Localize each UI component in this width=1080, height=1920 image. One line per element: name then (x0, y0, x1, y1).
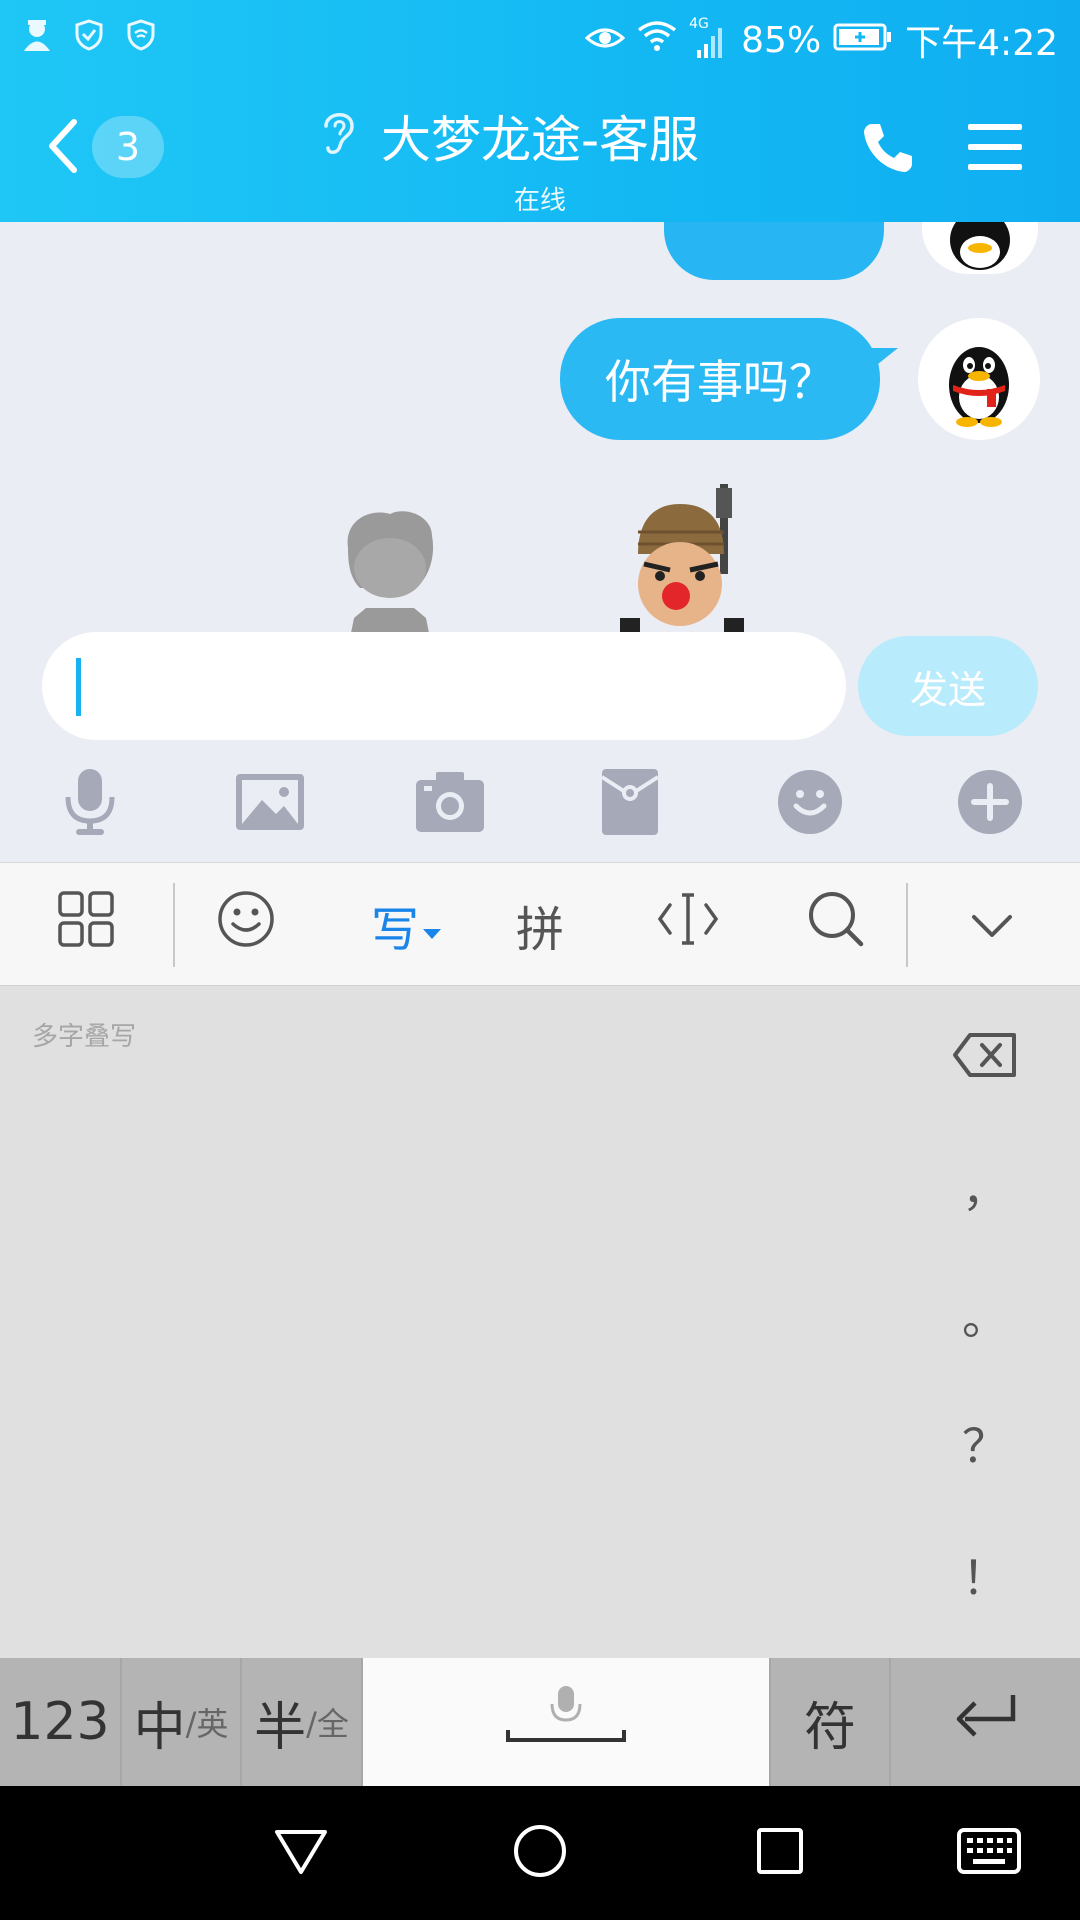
camera-icon (416, 772, 484, 836)
search-icon (807, 890, 865, 960)
width-toggle-key[interactable]: 半/全 (242, 1658, 363, 1786)
bubble-tail (868, 348, 898, 372)
phone-icon (860, 124, 916, 180)
message-input[interactable] (42, 632, 846, 740)
divider (173, 883, 175, 967)
backspace-icon (952, 1033, 1018, 1082)
square-recents-icon (755, 1826, 805, 1880)
sticker-image[interactable] (620, 484, 760, 632)
avatar[interactable] (922, 222, 1038, 274)
status-bar: 4G 85% 下午4:22 (0, 0, 1080, 74)
chat-area[interactable]: 你有事吗？ (0, 222, 1080, 632)
back-button[interactable]: 3 (44, 116, 164, 180)
backspace-button[interactable] (952, 1032, 1018, 1082)
call-button[interactable] (860, 120, 916, 180)
menu-button[interactable] (968, 122, 1022, 176)
system-keyboard-button[interactable] (954, 1818, 1024, 1888)
comma-key[interactable]: ， (940, 1154, 1030, 1220)
language-toggle-key[interactable]: 中/英 (122, 1658, 242, 1786)
system-navigation-bar (0, 1786, 1080, 1920)
message-bubble[interactable]: 你有事吗？ (560, 318, 880, 440)
keyboard-icon (957, 1828, 1021, 1878)
space-key[interactable] (363, 1658, 771, 1786)
cursor-move-icon (657, 893, 719, 957)
sticker-placeholder[interactable] (320, 508, 460, 632)
menu-icon (968, 124, 1022, 176)
back-icon (44, 118, 80, 178)
system-back-button[interactable] (266, 1818, 336, 1888)
unread-badge: 3 (92, 116, 164, 178)
pinyin-mode-button[interactable]: 拼 (480, 863, 600, 987)
battery-charging-icon (833, 20, 893, 61)
numbers-key[interactable]: 123 (0, 1658, 122, 1786)
battery-percent: 85% (741, 19, 822, 61)
chevron-down-icon (970, 897, 1014, 953)
plus-icon (958, 770, 1022, 838)
cursor-move-button[interactable] (628, 863, 748, 987)
chat-title: 大梦龙途-客服 (380, 111, 700, 169)
mic-icon (62, 767, 118, 841)
system-recents-button[interactable] (745, 1818, 815, 1888)
red-packet-icon (600, 769, 660, 839)
handwrite-label: 写 (370, 902, 419, 958)
space-mic-icon (504, 1685, 628, 1759)
system-home-button[interactable] (505, 1818, 575, 1888)
period-key[interactable]: 。 (940, 1282, 1030, 1348)
send-button[interactable]: 发送 (858, 636, 1038, 736)
keyboard-search-button[interactable] (776, 863, 896, 987)
enter-icon (953, 1691, 1019, 1754)
chat-navbar: 3 大梦龙途-客服 在线 (0, 100, 1080, 216)
caret-down-icon (423, 897, 441, 953)
symbols-key[interactable]: 符 (771, 1658, 891, 1786)
input-bar: 发送 (0, 632, 1080, 862)
message-bubble-partial[interactable] (664, 222, 884, 280)
avatar-icon (22, 18, 52, 56)
wifi-icon (637, 20, 677, 61)
image-icon (236, 774, 304, 834)
avatar[interactable] (918, 318, 1040, 440)
emoji-button[interactable] (770, 764, 850, 844)
circle-home-icon (512, 1823, 568, 1883)
image-button[interactable] (230, 764, 310, 844)
eye-icon (584, 20, 626, 61)
keyboard-bottom-row: 123 中/英 半/全 符 (0, 1658, 1080, 1786)
shield-wifi-icon (126, 19, 156, 55)
input-toolbar (0, 764, 1080, 844)
emoji-icon (778, 770, 842, 838)
question-key[interactable]: ？ (940, 1410, 1030, 1476)
enter-key[interactable] (891, 1658, 1080, 1786)
header: 4G 85% 下午4:22 3 大梦龙途-客服 在线 (0, 0, 1080, 222)
exclamation-key[interactable]: ！ (940, 1542, 1030, 1608)
text-cursor (76, 658, 81, 716)
divider (906, 883, 908, 967)
handwriting-hint: 多字叠写 (32, 1022, 137, 1052)
triangle-back-icon (273, 1826, 329, 1880)
shield-check-icon (74, 19, 104, 55)
hide-keyboard-button[interactable] (932, 863, 1052, 987)
qq-penguin-icon (949, 347, 1009, 427)
online-status: 在线 (513, 186, 566, 216)
clock: 下午4:22 (905, 23, 1058, 64)
keyboard-toolbar: 写 拼 (0, 862, 1080, 986)
keyboard-menu-button[interactable] (26, 863, 146, 987)
handwrite-mode-button[interactable]: 写 (346, 863, 466, 987)
smiley-icon (217, 890, 275, 960)
keyboard-emoji-button[interactable] (186, 863, 306, 987)
ear-icon (318, 106, 358, 162)
grid-icon (58, 891, 114, 959)
voice-button[interactable] (50, 764, 130, 844)
chat-title-area[interactable]: 大梦龙途-客服 在线 (310, 100, 770, 217)
more-button[interactable] (950, 764, 1030, 844)
red-packet-button[interactable] (590, 764, 670, 844)
signal-icon: 4G (689, 16, 729, 60)
camera-button[interactable] (410, 764, 490, 844)
handwriting-pad[interactable]: 多字叠写 ， 。 ？ ！ (0, 986, 1080, 1658)
